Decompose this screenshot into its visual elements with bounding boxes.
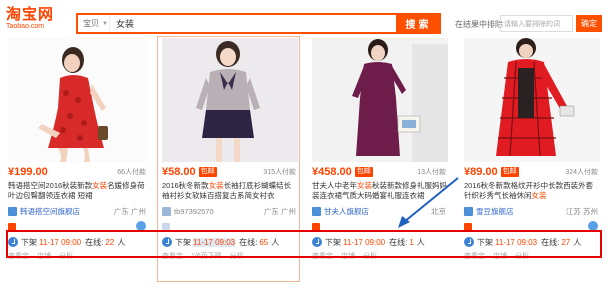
- sales-count: 66人付款: [117, 169, 146, 176]
- confirm-button[interactable]: 确定: [576, 15, 602, 32]
- title-keyword: 女装: [357, 181, 372, 190]
- shop-row: 韩语搭空间旗舰店 广东 广州: [8, 206, 148, 217]
- title-text: 甘夫人中老年: [312, 181, 357, 190]
- price: ¥199.00: [8, 166, 48, 178]
- logo-text-en: Taobao.com: [6, 23, 45, 30]
- price: ¥89.00: [464, 166, 498, 178]
- search-button[interactable]: 搜索: [396, 13, 441, 34]
- taobao-logo[interactable]: 淘宝网 Taobao.com: [6, 6, 62, 31]
- product-image[interactable]: [8, 38, 148, 162]
- title-keyword: 女装: [531, 191, 547, 200]
- sales-count: 324人付款: [565, 169, 598, 176]
- shop-row: 甘夫人旗舰店 北京: [312, 206, 448, 217]
- title-text: 韩语搭空间2016秋装新款: [8, 181, 93, 190]
- shop-link[interactable]: 韩语搭空间旗舰店: [20, 206, 80, 217]
- header-bar: 淘宝网 Taobao.com 宝贝 ▼ 搜索 在结果中排除 请输入要排除的词 确…: [0, 0, 610, 38]
- shop-icon: [312, 207, 321, 216]
- location: 北京: [431, 207, 446, 216]
- product-image[interactable]: [162, 38, 298, 162]
- shop-row: 雪豆旗舰店 江苏 苏州: [464, 206, 600, 217]
- search-box: 宝贝 ▼: [76, 13, 441, 34]
- free-shipping-badge: 包邮: [500, 167, 519, 177]
- price: ¥458.00: [312, 166, 352, 178]
- product-title[interactable]: 2016秋冬新款女装长袖打底衫蝴蝶结长袖衬衫女软妹百搭复古系简女衬衣: [162, 181, 298, 201]
- product-image[interactable]: [464, 38, 600, 162]
- location: 广东 广州: [113, 207, 146, 216]
- title-keyword: 女装: [92, 181, 108, 190]
- free-shipping-badge: 包邮: [354, 167, 373, 177]
- product-title[interactable]: 甘夫人中老年女装秋装新款修身礼服妈妈装连衣裙气质大码婚宴礼服连衣裙: [312, 181, 448, 201]
- shop-icon: [8, 207, 17, 216]
- shop-link[interactable]: 甘夫人旗舰店: [324, 206, 369, 217]
- product-title[interactable]: 2016秋冬新款格纹开衫中长款西装外套针织衫秀气长袖休闲女装: [464, 181, 600, 201]
- exclude-words-input[interactable]: 请输入要排除的词: [500, 15, 573, 32]
- search-type-label: 宝贝: [83, 19, 99, 28]
- product-image[interactable]: [312, 38, 448, 162]
- price-row: ¥458.00 包邮 13人付款: [312, 165, 448, 179]
- shop-icon: [464, 207, 473, 216]
- shop-icon: [162, 207, 171, 216]
- free-shipping-badge: 包邮: [198, 167, 217, 177]
- chevron-down-icon: ▼: [102, 20, 108, 27]
- annotation-highlight-box: [6, 230, 602, 258]
- title-keyword: 女装: [208, 181, 224, 190]
- location: 江苏 苏州: [565, 207, 598, 216]
- title-text: 2016秋冬新款格纹开衫中长款西装外套针织衫秀气长袖休闲: [464, 181, 594, 200]
- price-row: ¥89.00 包邮 324人付款: [464, 165, 600, 179]
- price-row: ¥58.00 包邮 315人付款: [162, 165, 298, 179]
- title-text: 2016秋冬新款: [162, 181, 209, 190]
- shop-link[interactable]: tb97392570: [174, 207, 214, 216]
- sales-count: 315人付款: [263, 169, 296, 176]
- location: 广东 广州: [263, 207, 296, 216]
- sales-count: 13人付款: [417, 169, 446, 176]
- price: ¥58.00: [162, 166, 196, 178]
- exclude-in-results-label: 在结果中排除: [455, 20, 503, 29]
- shop-row: tb97392570 广东 广州: [162, 206, 298, 217]
- logo-text-cn: 淘宝网: [6, 5, 55, 23]
- product-title[interactable]: 韩语搭空间2016秋装新款女装名媛修身荷叶边包臀翻领连衣裙 短裙: [8, 181, 148, 201]
- search-input[interactable]: [110, 15, 419, 32]
- search-type-dropdown[interactable]: 宝贝 ▼: [78, 15, 110, 32]
- price-row: ¥199.00 66人付款: [8, 165, 148, 179]
- shop-link[interactable]: 雪豆旗舰店: [476, 206, 514, 217]
